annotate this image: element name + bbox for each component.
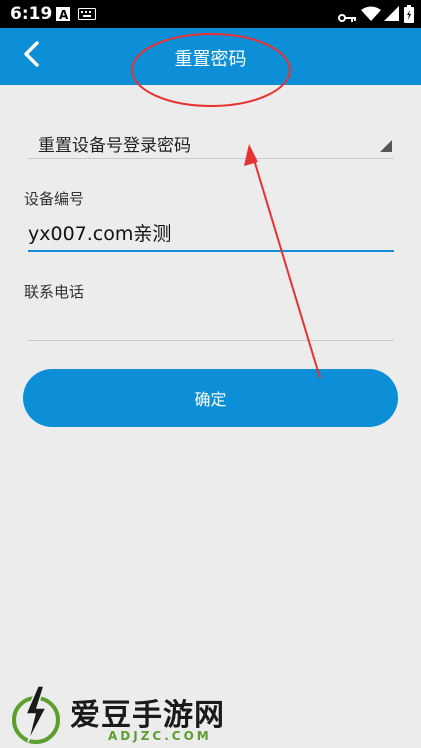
device-number-label: 设备编号 (24, 190, 85, 208)
reset-type-select[interactable]: 重置设备号登录密码 (28, 122, 394, 159)
page-title: 重置密码 (174, 49, 247, 70)
signal-icon (384, 6, 400, 26)
wifi-icon (361, 6, 381, 26)
watermark-sub-text: ADJZC.COM (108, 729, 212, 743)
phone-label: 联系电话 (24, 283, 85, 301)
battery-icon (404, 5, 414, 27)
status-bar: 6:19 A (0, 0, 421, 28)
device-number-input[interactable] (28, 214, 394, 250)
annotation-arrow-line (251, 152, 321, 379)
reset-type-value: 重置设备号登录密码 (38, 136, 191, 156)
vpn-key-icon (338, 8, 356, 27)
dropdown-triangle-icon (380, 137, 392, 156)
phone-input[interactable] (28, 304, 394, 340)
keyboard-icon (78, 6, 96, 25)
confirm-button[interactable]: 确定 (23, 369, 398, 427)
a-icon: A (56, 6, 70, 25)
svg-text:A: A (59, 8, 69, 21)
app-bar: 重置密码 (0, 28, 421, 85)
lightning-logo-icon (8, 684, 64, 748)
status-time: 6:19 (10, 4, 53, 24)
phone-field[interactable] (28, 304, 394, 341)
watermark: 爱豆手游网 ADJZC.COM (8, 684, 248, 746)
device-number-field[interactable] (28, 214, 394, 252)
watermark-main-text: 爱豆手游网 (70, 698, 225, 733)
